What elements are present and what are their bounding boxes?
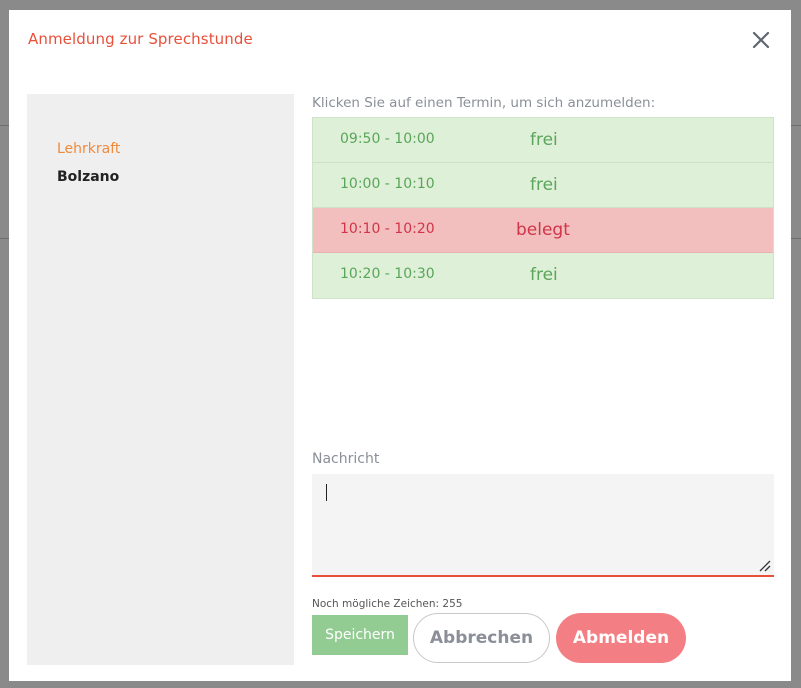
slot-list: 09:50 - 10:00 frei 10:00 - 10:10 frei 10… — [312, 117, 774, 299]
slot-time: 10:20 - 10:30 — [340, 266, 435, 282]
close-icon — [752, 31, 770, 49]
message-textarea[interactable] — [312, 474, 774, 575]
dialog-title: Anmeldung zur Sprechstunde — [28, 30, 253, 48]
message-label: Nachricht — [312, 451, 380, 467]
slot-status: frei — [530, 175, 558, 195]
save-button[interactable]: Speichern — [312, 615, 408, 655]
appointment-dialog: Anmeldung zur Sprechstunde Lehrkraft Bol… — [9, 10, 791, 681]
signoff-button[interactable]: Abmelden — [556, 613, 686, 663]
resize-handle-icon[interactable] — [759, 560, 771, 572]
slot-time: 10:00 - 10:10 — [340, 176, 435, 192]
slot-item[interactable]: 10:00 - 10:10 frei — [313, 163, 773, 208]
char-count: Noch mögliche Zeichen: 255 — [312, 598, 463, 610]
close-button[interactable] — [749, 28, 773, 52]
slot-item[interactable]: 10:20 - 10:30 frei — [313, 253, 773, 298]
cancel-button[interactable]: Abbrechen — [413, 613, 550, 663]
slot-item[interactable]: 09:50 - 10:00 frei — [313, 118, 773, 163]
slot-time: 09:50 - 10:00 — [340, 131, 435, 147]
slot-status: frei — [530, 265, 558, 285]
teacher-label: Lehrkraft — [57, 141, 121, 157]
slot-item[interactable]: 10:10 - 10:20 belegt — [313, 208, 773, 253]
slot-status: belegt — [516, 220, 570, 240]
slot-time: 10:10 - 10:20 — [340, 221, 435, 237]
teacher-name: Bolzano — [57, 169, 120, 185]
slot-status: frei — [530, 130, 558, 150]
slot-instruction: Klicken Sie auf einen Termin, um sich an… — [312, 95, 656, 111]
text-caret — [326, 484, 327, 501]
message-field-wrapper — [312, 474, 774, 577]
teacher-panel: Lehrkraft Bolzano — [27, 94, 294, 665]
